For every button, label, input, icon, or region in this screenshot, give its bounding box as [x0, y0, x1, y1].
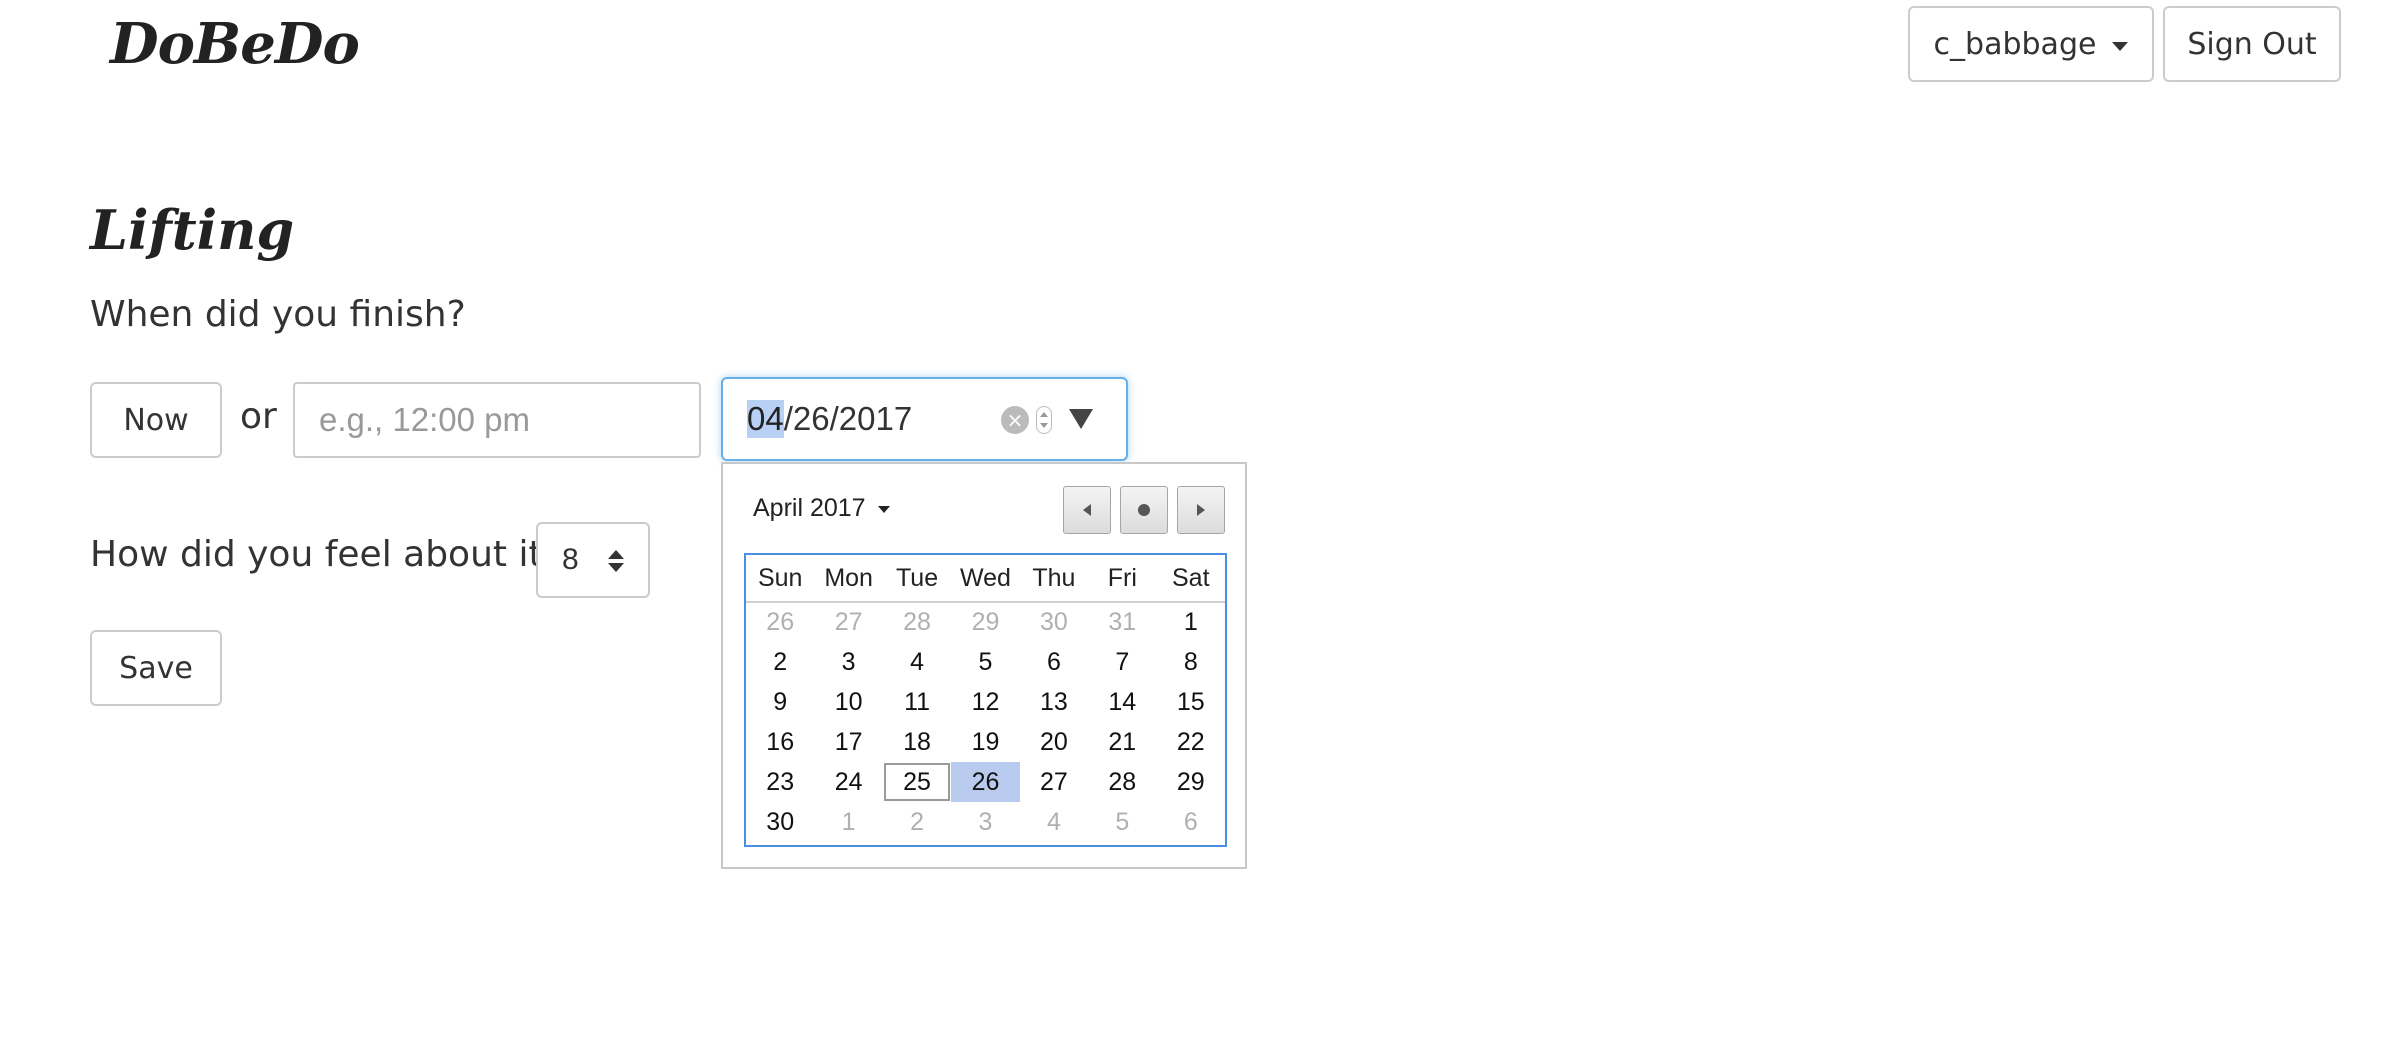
calendar-week-row: 30 1 2 3 4 5 6	[746, 802, 1225, 842]
or-label: or	[240, 396, 277, 437]
calendar-day[interactable]: 6	[1020, 642, 1088, 682]
calendar-table: Sun Mon Tue Wed Thu Fri Sat 26 27 28 29 30 31…	[746, 555, 1225, 842]
sign-out-button[interactable]: Sign Out	[2163, 6, 2341, 82]
calendar-day[interactable]: 3	[814, 642, 882, 682]
calendar-grid: Sun Mon Tue Wed Thu Fri Sat 26 27 28 29 30 31…	[744, 553, 1227, 847]
calendar-day[interactable]: 21	[1088, 722, 1156, 762]
calendar-day[interactable]: 11	[883, 682, 951, 722]
calendar-day[interactable]: 5	[951, 642, 1019, 682]
calendar-day[interactable]: 23	[746, 762, 814, 802]
weekday-label: Wed	[951, 555, 1020, 603]
calendar-day-other-month[interactable]: 30	[1020, 602, 1088, 642]
calendar-days: 26 27 28 29 30 31 1 2 3 4 5 6 7 8 9 10 11 12 13 14 15 16 17 18 1…	[746, 602, 1225, 842]
calendar-day-other-month[interactable]: 29	[951, 602, 1019, 642]
weekday-label: Fri	[1088, 555, 1157, 603]
calendar-day[interactable]: 10	[814, 682, 882, 722]
calendar-day[interactable]: 16	[746, 722, 814, 762]
calendar-day-other-month[interactable]: 26	[746, 602, 814, 642]
user-menu-label: c_babbage	[1933, 26, 2097, 62]
clear-icon[interactable]: ×	[1001, 406, 1029, 434]
calendar-day-other-month[interactable]: 31	[1088, 602, 1156, 642]
chevron-left-icon	[1083, 504, 1091, 516]
calendar-day[interactable]: 8	[1157, 642, 1225, 682]
today-dot-icon	[1138, 504, 1150, 516]
weekday-label: Sat	[1156, 555, 1225, 603]
weekday-label: Thu	[1019, 555, 1089, 603]
time-input[interactable]	[293, 382, 701, 458]
dropdown-triangle-icon[interactable]	[1069, 409, 1093, 429]
calendar-day[interactable]: 4	[883, 642, 951, 682]
calendar-day[interactable]: 27	[1020, 762, 1088, 802]
spinner-icon[interactable]	[1036, 406, 1052, 434]
today-button[interactable]	[1120, 486, 1168, 534]
calendar-day[interactable]: 9	[746, 682, 814, 722]
calendar-day-other-month[interactable]: 2	[883, 802, 951, 842]
month-year-label: April 2017	[753, 494, 866, 522]
rating-value: 8	[562, 543, 579, 576]
calendar-week-row: 23 24 25 26 27 28 29	[746, 762, 1225, 802]
date-picker-popup: April 2017 Sun Mon Tue Wed Thu Fri Sat 2…	[721, 462, 1247, 869]
calendar-day-today[interactable]: 25	[883, 762, 951, 802]
calendar-day[interactable]: 7	[1088, 642, 1156, 682]
calendar-week-row: 2345678	[746, 642, 1225, 682]
finish-question-label: When did you finish?	[90, 294, 466, 335]
calendar-day-other-month[interactable]: 4	[1020, 802, 1088, 842]
caret-down-icon	[877, 506, 890, 513]
calendar-day-other-month[interactable]: 28	[883, 602, 951, 642]
date-month-segment[interactable]: 04	[747, 400, 784, 438]
weekday-header-row: Sun Mon Tue Wed Thu Fri Sat	[746, 555, 1225, 603]
calendar-day[interactable]: 15	[1157, 682, 1225, 722]
calendar-day-other-month[interactable]: 6	[1157, 802, 1225, 842]
calendar-day[interactable]: 20	[1020, 722, 1088, 762]
weekday-label: Tue	[882, 555, 952, 603]
now-button[interactable]: Now	[90, 382, 222, 458]
calendar-day[interactable]: 1	[1157, 602, 1225, 642]
up-down-arrows-icon	[608, 550, 624, 572]
user-menu-button[interactable]: c_babbage	[1908, 6, 2154, 82]
save-button[interactable]: Save	[90, 630, 222, 706]
calendar-day[interactable]: 19	[951, 722, 1019, 762]
caret-down-icon	[2112, 41, 2129, 51]
previous-month-button[interactable]	[1063, 486, 1111, 534]
month-year-selector[interactable]: April 2017	[753, 494, 890, 523]
calendar-day[interactable]: 2	[746, 642, 814, 682]
calendar-day[interactable]: 12	[951, 682, 1019, 722]
calendar-day[interactable]: 14	[1088, 682, 1156, 722]
calendar-week-row: 26 27 28 29 30 31 1	[746, 602, 1225, 642]
chevron-right-icon	[1197, 504, 1205, 516]
calendar-day[interactable]: 24	[814, 762, 882, 802]
weekday-label: Sun	[746, 555, 815, 603]
calendar-week-row: 16 17 18 19 20 21 22	[746, 722, 1225, 762]
calendar-day[interactable]: 18	[883, 722, 951, 762]
calendar-day-other-month[interactable]: 5	[1088, 802, 1156, 842]
calendar-day[interactable]: 22	[1157, 722, 1225, 762]
calendar-week-row: 9 10 11 12 13 14 15	[746, 682, 1225, 722]
rating-select[interactable]: 8	[536, 522, 650, 598]
calendar-day[interactable]: 28	[1088, 762, 1156, 802]
calendar-day-other-month[interactable]: 1	[814, 802, 882, 842]
logo[interactable]: DoBeDo	[110, 8, 360, 80]
calendar-day[interactable]: 13	[1020, 682, 1088, 722]
page: DoBeDo c_babbage Sign Out Lifting When d…	[0, 0, 2386, 1050]
date-rest-segment[interactable]: /26/2017	[784, 400, 912, 438]
calendar-day[interactable]: 29	[1157, 762, 1225, 802]
calendar-day-other-month[interactable]: 3	[951, 802, 1019, 842]
date-input[interactable]: 04/26/2017 ×	[721, 377, 1128, 461]
next-month-button[interactable]	[1177, 486, 1225, 534]
calendar-day-selected[interactable]: 26	[951, 762, 1020, 802]
feel-question-label: How did you feel about it?	[90, 534, 562, 575]
calendar-day-other-month[interactable]: 27	[814, 602, 882, 642]
calendar-day[interactable]: 30	[746, 802, 814, 842]
calendar-day[interactable]: 17	[814, 722, 882, 762]
weekday-label: Mon	[814, 555, 883, 603]
page-title: Lifting	[90, 198, 295, 262]
